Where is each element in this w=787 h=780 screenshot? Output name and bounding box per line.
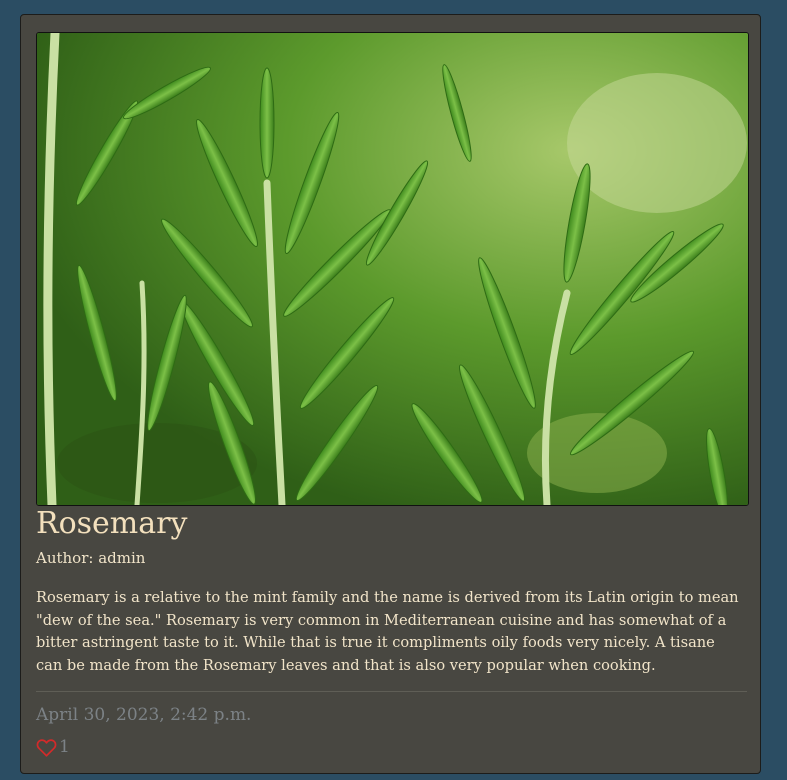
rosemary-photo (37, 33, 748, 505)
post-date: April 30, 2023, 2:42 p.m. (36, 705, 252, 725)
like-control: 1 (36, 737, 70, 757)
divider (36, 691, 747, 692)
like-count: 1 (59, 737, 70, 757)
post-author: Author: admin (36, 549, 146, 567)
heart-icon[interactable] (36, 738, 57, 757)
post-image (36, 32, 749, 506)
post-title: Rosemary (36, 506, 188, 541)
post-body: Rosemary is a relative to the mint famil… (36, 589, 739, 674)
post-card: Rosemary Author: admin Rosemary is a rel… (20, 14, 761, 774)
